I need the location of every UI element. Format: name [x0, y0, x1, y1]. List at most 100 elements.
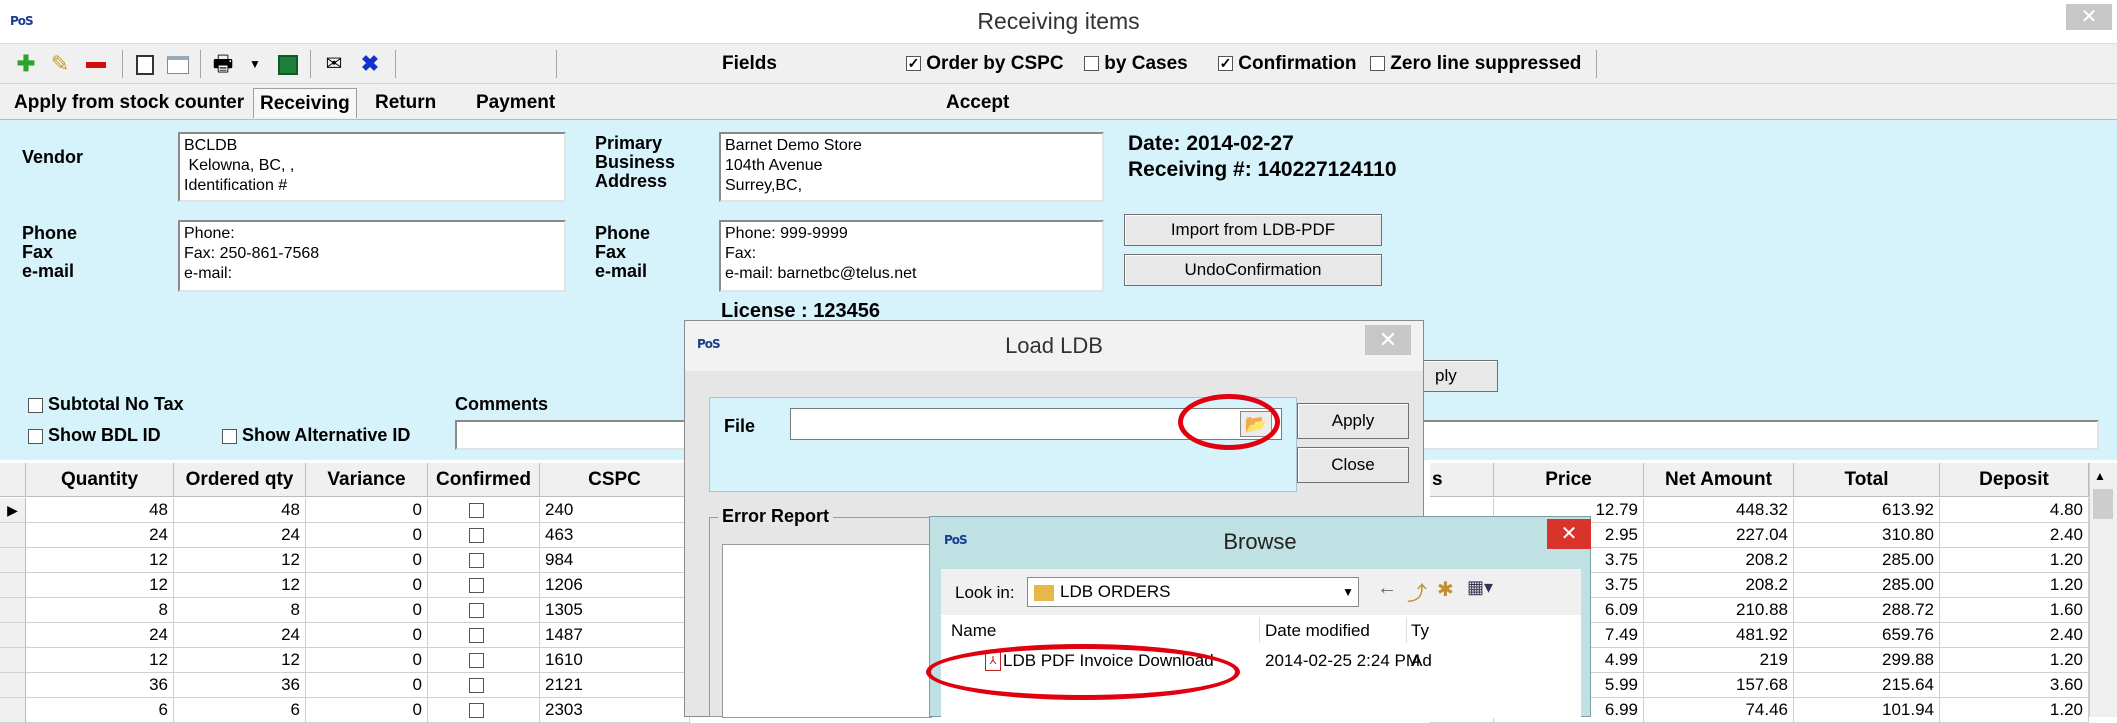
table-cell[interactable]: 36: [26, 673, 174, 698]
table-cell[interactable]: 208.2: [1644, 548, 1794, 573]
table-cell[interactable]: 6: [174, 698, 306, 723]
cancel-icon[interactable]: ✖: [356, 50, 384, 78]
table-cell[interactable]: 2121: [540, 673, 690, 698]
table-cell[interactable]: 227.04: [1644, 523, 1794, 548]
checkbox-icon[interactable]: [469, 528, 484, 544]
row-header[interactable]: [0, 648, 26, 673]
print-icon[interactable]: 🖶: [209, 50, 237, 78]
table-cell[interactable]: 219: [1644, 648, 1794, 673]
column-header[interactable]: Quantity: [26, 463, 174, 497]
error-report-text[interactable]: [722, 544, 932, 718]
table-cell[interactable]: 0: [306, 648, 428, 673]
table-cell[interactable]: 1.20: [1940, 648, 2089, 673]
row-header[interactable]: ▶: [0, 498, 26, 523]
scrollbar-thumb[interactable]: [2093, 489, 2113, 519]
table-cell[interactable]: 208.2: [1644, 573, 1794, 598]
table-cell[interactable]: 481.92: [1644, 623, 1794, 648]
table-cell[interactable]: 157.68: [1644, 673, 1794, 698]
table-cell[interactable]: 12: [26, 548, 174, 573]
table-cell[interactable]: 12: [174, 648, 306, 673]
by-cases-checkbox[interactable]: by Cases: [1084, 53, 1188, 75]
column-header[interactable]: Ordered qty: [174, 463, 306, 497]
row-header[interactable]: [0, 548, 26, 573]
table-cell[interactable]: 36: [174, 673, 306, 698]
table-cell[interactable]: 1206: [540, 573, 690, 598]
back-arrow-icon[interactable]: ←: [1377, 577, 1397, 600]
table-cell[interactable]: 48: [26, 498, 174, 523]
column-date-modified[interactable]: Date modified: [1265, 621, 1370, 641]
table-cell[interactable]: 1487: [540, 623, 690, 648]
table-cell[interactable]: 310.80: [1794, 523, 1940, 548]
table-cell[interactable]: 285.00: [1794, 573, 1940, 598]
vendor-contact-box[interactable]: Phone: Fax: 250-861-7568 e-mail:: [178, 220, 566, 292]
subtotal-no-tax-checkbox[interactable]: Subtotal No Tax: [28, 395, 184, 414]
table-cell[interactable]: [428, 673, 540, 698]
column-header[interactable]: Net Amount: [1644, 463, 1794, 497]
table-cell[interactable]: 984: [540, 548, 690, 573]
table-cell[interactable]: 12: [174, 548, 306, 573]
table-cell[interactable]: 0: [306, 548, 428, 573]
scroll-up-icon[interactable]: ▲: [2094, 469, 2106, 483]
row-header[interactable]: [0, 698, 26, 723]
table-cell[interactable]: 285.00: [1794, 548, 1940, 573]
order-by-cspc-checkbox[interactable]: ✓ Order by CSPC: [906, 53, 1064, 75]
store-contact-box[interactable]: Phone: 999-9999 Fax: e-mail: barnetbc@te…: [719, 220, 1104, 292]
column-header[interactable]: CSPC: [540, 463, 690, 497]
table-cell[interactable]: 1.20: [1940, 573, 2089, 598]
tab-payment[interactable]: Payment: [470, 88, 561, 118]
tab-apply-from-stock-counter[interactable]: Apply from stock counter: [8, 88, 250, 118]
checkbox-icon[interactable]: [469, 553, 484, 569]
table-cell[interactable]: 24: [26, 523, 174, 548]
column-header[interactable]: Total: [1794, 463, 1940, 497]
apply-button[interactable]: Apply: [1297, 403, 1409, 439]
table-cell[interactable]: 1.20: [1940, 698, 2089, 723]
table-cell[interactable]: 4.80: [1940, 498, 2089, 523]
load-ldb-close-icon[interactable]: ✕: [1365, 325, 1411, 355]
table-cell[interactable]: 0: [306, 698, 428, 723]
edit-icon[interactable]: ✎: [46, 50, 74, 78]
show-bdl-id-checkbox[interactable]: Show BDL ID: [28, 426, 161, 445]
table-cell[interactable]: 12: [26, 573, 174, 598]
table-cell[interactable]: 6: [26, 698, 174, 723]
table-cell[interactable]: 0: [306, 523, 428, 548]
checkbox-icon[interactable]: [469, 703, 484, 719]
row-header[interactable]: [0, 623, 26, 648]
table-cell[interactable]: 2.40: [1940, 523, 2089, 548]
import-from-ldb-pdf-button[interactable]: Import from LDB-PDF: [1124, 214, 1382, 246]
table-cell[interactable]: 48: [174, 498, 306, 523]
table-cell[interactable]: 0: [306, 623, 428, 648]
checkbox-icon[interactable]: [469, 628, 484, 644]
table-cell[interactable]: 448.32: [1644, 498, 1794, 523]
chevron-down-icon[interactable]: ▼: [1342, 578, 1354, 606]
table-cell[interactable]: 24: [174, 623, 306, 648]
email-icon[interactable]: ✉: [320, 50, 348, 78]
table-cell[interactable]: 1.60: [1940, 598, 2089, 623]
table-cell[interactable]: 0: [306, 573, 428, 598]
table-cell[interactable]: [428, 523, 540, 548]
checkbox-icon[interactable]: [469, 653, 484, 669]
checkbox-icon[interactable]: [469, 503, 484, 519]
row-header[interactable]: [0, 523, 26, 548]
table-cell[interactable]: 463: [540, 523, 690, 548]
table-cell[interactable]: 12: [174, 573, 306, 598]
column-header[interactable]: Variance: [306, 463, 428, 497]
store-address-box[interactable]: Barnet Demo Store 104th Avenue Surrey,BC…: [719, 132, 1104, 202]
close-button[interactable]: Close: [1297, 447, 1409, 483]
grid-vertical-scrollbar[interactable]: ▲: [2089, 463, 2117, 717]
column-header[interactable]: Confirmed: [428, 463, 540, 497]
table-cell[interactable]: 12: [26, 648, 174, 673]
column-header[interactable]: Price: [1494, 463, 1644, 497]
table-cell[interactable]: 0: [306, 498, 428, 523]
column-header[interactable]: Deposit: [1940, 463, 2089, 497]
look-in-select[interactable]: LDB ORDERS ▼: [1027, 577, 1359, 607]
window-close-button[interactable]: ✕: [2066, 4, 2112, 30]
table-cell[interactable]: 288.72: [1794, 598, 1940, 623]
table-cell[interactable]: 299.88: [1794, 648, 1940, 673]
table-cell[interactable]: 240: [540, 498, 690, 523]
row-header[interactable]: [0, 673, 26, 698]
preview-icon[interactable]: [131, 50, 159, 78]
table-cell[interactable]: 8: [26, 598, 174, 623]
table-cell[interactable]: 1.20: [1940, 548, 2089, 573]
table-cell[interactable]: 3.60: [1940, 673, 2089, 698]
delete-icon[interactable]: [82, 50, 110, 78]
